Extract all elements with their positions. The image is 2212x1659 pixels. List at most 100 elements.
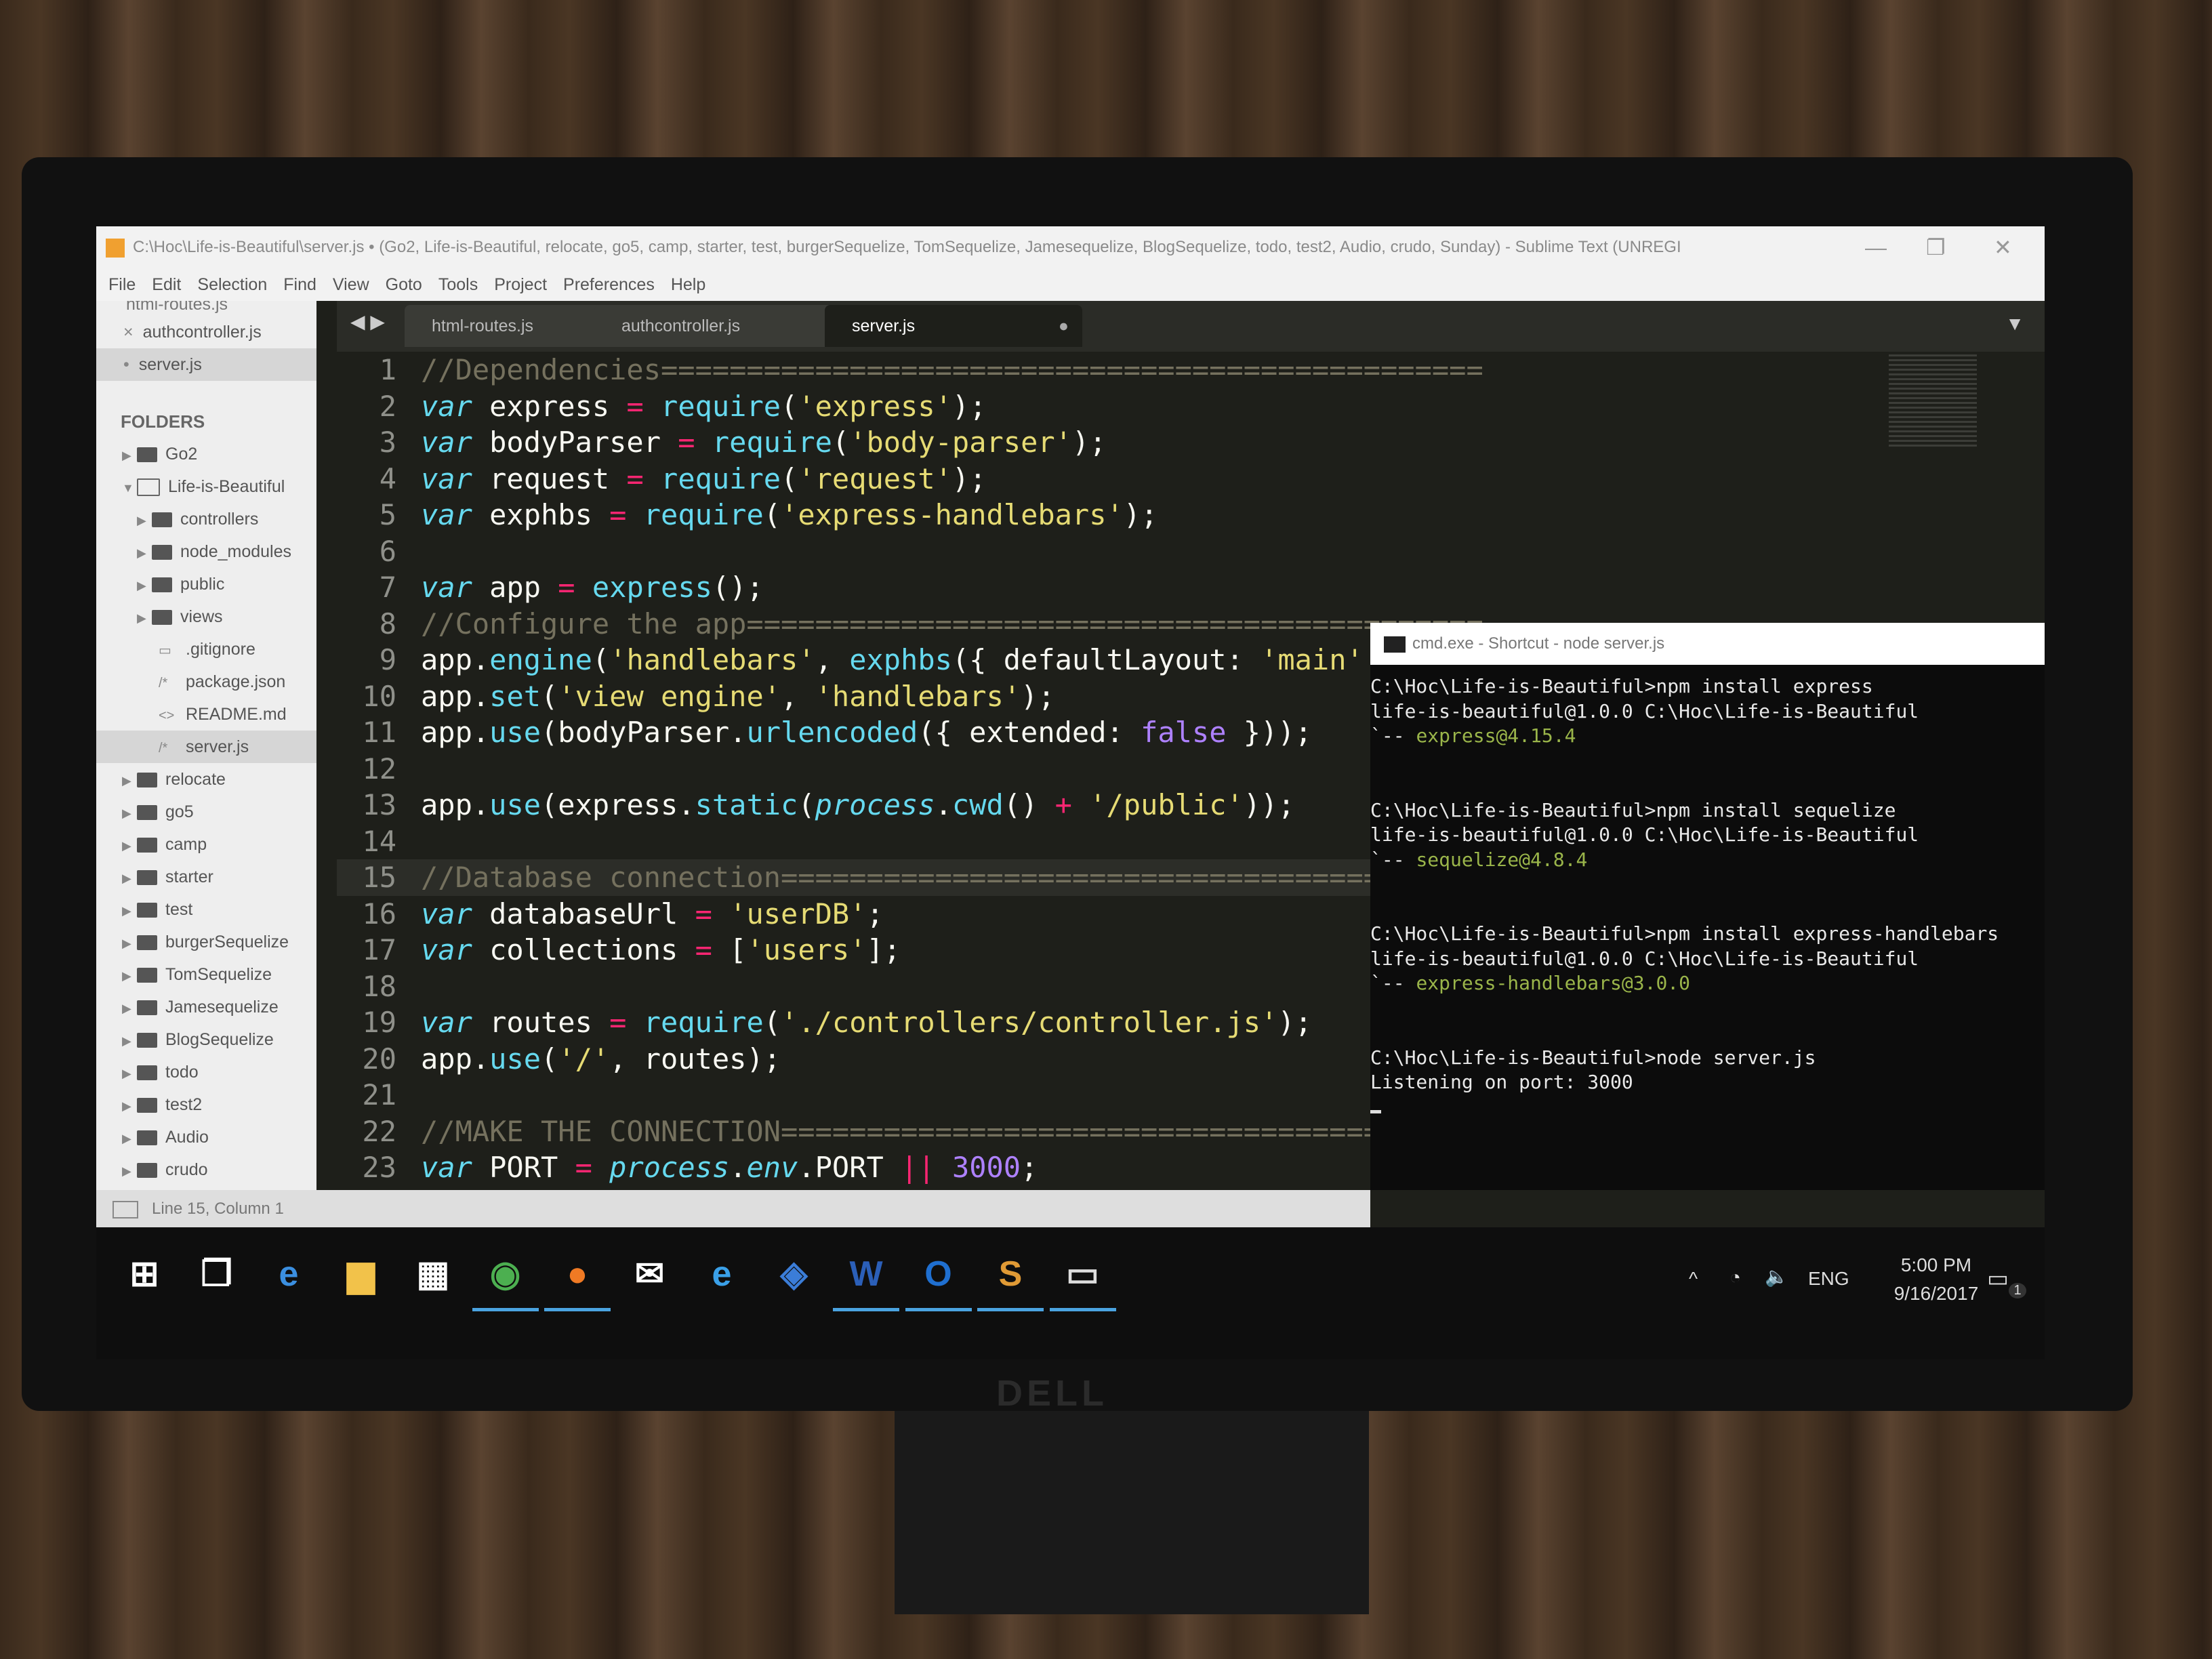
sidebar-tree-item[interactable]: ▶ camp (96, 828, 316, 861)
sidebar-tree-item[interactable]: ▶ burgerSequelize (96, 926, 316, 958)
code-line[interactable]: 12 (337, 751, 1465, 787)
collapsed-arrow-icon[interactable]: ▶ (122, 895, 137, 927)
collapsed-arrow-icon[interactable]: ▶ (122, 1122, 137, 1155)
code-line[interactable]: 4 var request = require('request'); (337, 461, 1465, 497)
menu-item-find[interactable]: Find (283, 275, 316, 294)
menu-item-tools[interactable]: Tools (438, 275, 478, 294)
code-line[interactable]: 19 var routes = require('./controllers/co… (337, 1004, 1465, 1041)
sidebar-tree-item[interactable]: ▶ BlogSequelize (96, 1023, 316, 1056)
collapsed-arrow-icon[interactable]: ▶ (122, 1057, 137, 1090)
expanded-arrow-icon[interactable]: ▼ (122, 472, 137, 504)
code-line[interactable]: 14 (337, 823, 1465, 860)
menu-item-help[interactable]: Help (671, 275, 705, 294)
open-file-marker-icon[interactable]: × (123, 323, 134, 342)
cmd-window[interactable]: cmd.exe - Shortcut - node server.js C:\H… (1370, 623, 2045, 1190)
sidebar-tree-item[interactable]: ▶ Jamesequelize (96, 991, 316, 1023)
store-icon[interactable]: ▦ (412, 1253, 454, 1295)
mail-icon[interactable]: ✉ (629, 1253, 671, 1295)
sidebar-tree-item[interactable]: /* server.js (96, 731, 316, 763)
code-line[interactable]: 20 app.use('/', routes); (337, 1041, 1465, 1078)
minimap[interactable] (1889, 352, 1977, 447)
cmd-icon[interactable]: ▭ (1049, 1253, 1116, 1311)
visual-studio-icon[interactable]: ◈ (773, 1253, 815, 1295)
code-line[interactable]: 16 var databaseUrl = 'userDB'; (337, 896, 1465, 933)
tab-nav-icon[interactable]: ◀ ▶ (350, 310, 385, 333)
code-line[interactable]: 5 var exphbs = require('express-handlebar… (337, 497, 1465, 533)
code-line[interactable]: 8 //Configure the app====================… (337, 606, 1483, 642)
sidebar-tree-item[interactable]: ▶ relocate (96, 763, 316, 796)
chrome-icon[interactable]: ◉ (472, 1253, 539, 1311)
sidebar-tree-item[interactable]: ▶ views (96, 600, 316, 633)
notification-icon[interactable]: ▭ (1987, 1265, 2009, 1292)
menu-item-project[interactable]: Project (494, 275, 547, 294)
open-file-marker-icon[interactable]: • (123, 355, 129, 374)
collapsed-arrow-icon[interactable]: ▶ (122, 927, 137, 960)
menu-item-preferences[interactable]: Preferences (563, 275, 655, 294)
sidebar-tree-item[interactable]: ▶ Go2 (96, 438, 316, 470)
clock-time[interactable]: 5:00 PM (1885, 1254, 1987, 1276)
collapsed-arrow-icon[interactable]: ▶ (122, 1090, 137, 1122)
code-line[interactable]: 21 (337, 1077, 1465, 1113)
code-line[interactable]: 18 (337, 968, 1465, 1005)
code-line[interactable]: 7 var app = express(); (337, 569, 1465, 606)
edge-icon[interactable]: e (268, 1253, 310, 1295)
tray-chevron-icon[interactable]: ^ (1689, 1268, 1698, 1290)
collapsed-arrow-icon[interactable]: ▶ (137, 569, 152, 602)
code-line[interactable]: 22 //MAKE THE CONNECTION=================… (337, 1113, 1500, 1150)
code-line[interactable]: 3 var bodyParser = require('body-parser')… (337, 424, 1465, 461)
collapsed-arrow-icon[interactable]: ▶ (122, 439, 137, 472)
sidebar-tree-item[interactable]: ▭ .gitignore (96, 633, 316, 665)
sidebar-tree-item[interactable]: ▶ starter (96, 861, 316, 893)
collapsed-arrow-icon[interactable]: ▶ (122, 960, 137, 992)
word-icon[interactable]: W (833, 1253, 899, 1311)
sidebar-tree-item[interactable]: ▶ public (96, 568, 316, 600)
sidebar-tree-item[interactable]: ▶ test2 (96, 1088, 316, 1121)
code-line[interactable]: 11 app.use(bodyParser.urlencoded({ extend… (337, 714, 1465, 751)
sidebar-tree-item[interactable]: ▶ test (96, 893, 316, 926)
sidebar-tree-item[interactable]: ▶ go5 (96, 796, 316, 828)
code-line[interactable]: 17 var collections = ['users']; (337, 932, 1465, 968)
collapsed-arrow-icon[interactable]: ▶ (122, 1025, 137, 1057)
firefox-icon[interactable]: ● (544, 1253, 611, 1311)
task-view-icon[interactable]: ❐ (196, 1253, 238, 1295)
sidebar-tree-item[interactable]: ▼ Life-is-Beautiful (96, 470, 316, 503)
tab-authcontroller-js[interactable]: authcontroller.js× (594, 305, 852, 347)
volume-icon[interactable]: 🔈 (1765, 1265, 1788, 1288)
maximize-icon[interactable]: ❐ (1926, 226, 1946, 268)
sidebar-tree-item[interactable]: ▶ node_modules (96, 535, 316, 568)
code-line[interactable]: 15 //Database connection=================… (337, 859, 1483, 896)
file-explorer-icon[interactable]: ▆ (340, 1253, 382, 1295)
close-icon[interactable]: ✕ (1994, 226, 2012, 268)
language-indicator[interactable]: ENG (1808, 1268, 1849, 1290)
collapsed-arrow-icon[interactable]: ▶ (122, 992, 137, 1025)
code-line[interactable]: 23 var PORT = process.env.PORT || 3000; (337, 1149, 1465, 1186)
sidebar-tree-item[interactable]: ▶ Audio (96, 1121, 316, 1153)
collapsed-arrow-icon[interactable]: ▶ (122, 862, 137, 895)
sidebar-tree-item[interactable]: ▶ todo (96, 1056, 316, 1088)
internet-explorer-icon[interactable]: e (701, 1253, 743, 1295)
start-icon[interactable]: ⊞ (123, 1253, 165, 1295)
menu-item-edit[interactable]: Edit (152, 275, 181, 294)
collapsed-arrow-icon[interactable]: ▶ (137, 504, 152, 537)
menu-item-selection[interactable]: Selection (197, 275, 267, 294)
code-line[interactable]: 9 app.engine('handlebars', exphbs({ defau… (337, 642, 1465, 678)
outlook-icon[interactable]: O (905, 1253, 972, 1311)
open-file-item[interactable]: × authcontroller.js (96, 316, 316, 348)
sidebar-tree-item[interactable]: /* package.json (96, 665, 316, 698)
panel-toggle-icon[interactable] (112, 1200, 138, 1218)
collapsed-arrow-icon[interactable]: ▶ (137, 537, 152, 569)
code-line[interactable]: 1 //Dependencies=========================… (337, 352, 1483, 388)
wifi-icon[interactable]: ◔ (1729, 1267, 1741, 1288)
sublime-icon[interactable]: S (977, 1253, 1044, 1311)
sidebar-tree-item[interactable]: ▶ TomSequelize (96, 958, 316, 991)
collapsed-arrow-icon[interactable]: ▶ (122, 830, 137, 862)
open-file-partial[interactable]: html-routes.js (96, 301, 316, 316)
collapsed-arrow-icon[interactable]: ▶ (137, 602, 152, 634)
tab-dropdown-icon[interactable]: ▼ (2005, 313, 2024, 335)
sidebar-tree-item[interactable]: ▶ controllers (96, 503, 316, 535)
unsaved-dot-icon[interactable]: ● (1059, 305, 1069, 347)
tab-server-js[interactable]: server.js ● (825, 305, 1082, 347)
sidebar-tree-item[interactable]: ▶ crudo (96, 1153, 316, 1186)
code-editor[interactable]: 1 //Dependencies=========================… (337, 352, 1500, 1221)
code-line[interactable]: 10 app.set('view engine', 'handlebars'); (337, 678, 1465, 715)
